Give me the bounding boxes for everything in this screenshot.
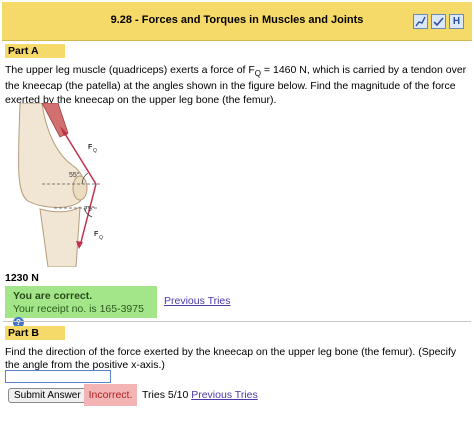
- tries-line: Tries 5/10 Previous Tries: [142, 389, 258, 401]
- part-a-previous-tries-link[interactable]: Previous Tries: [164, 295, 231, 307]
- title-bar: 9.28 - Forces and Torques in Muscles and…: [2, 2, 472, 41]
- correct-title: You are correct.: [13, 290, 93, 302]
- divider: [3, 321, 471, 322]
- part-a-header: Part A: [5, 44, 65, 58]
- part-a-answer: 1230 N: [5, 272, 39, 284]
- correct-feedback: You are correct. Your receipt no. is 165…: [5, 286, 157, 328]
- graph-icon[interactable]: [413, 14, 428, 29]
- incorrect-badge: Incorrect.: [84, 384, 137, 406]
- check-icon[interactable]: [431, 14, 446, 29]
- force-label-upper-sub: Q: [93, 148, 97, 154]
- question-text-start: The upper leg muscle (quadriceps) exerts…: [5, 64, 255, 76]
- part-b-question: Find the direction of the force exerted …: [5, 346, 457, 372]
- part-b-previous-tries-link[interactable]: Previous Tries: [191, 389, 258, 401]
- receipt-text: Your receipt no. is 165-3975: [13, 303, 144, 315]
- part-a-question: The upper leg muscle (quadriceps) exerts…: [5, 64, 467, 107]
- patella: [72, 175, 88, 201]
- submit-answer-button[interactable]: Submit Answer: [8, 388, 87, 403]
- tibia-bone: [39, 206, 81, 268]
- lower-angle-label: 75°: [84, 205, 95, 213]
- upper-angle-label: 55°: [69, 171, 80, 179]
- tries-count: Tries 5/10: [142, 389, 189, 401]
- page-title: 9.28 - Forces and Torques in Muscles and…: [110, 14, 364, 26]
- part-b-answer-input[interactable]: [5, 370, 111, 383]
- help-h-icon[interactable]: H: [449, 14, 464, 29]
- knee-figure: 55° 75° F Q F Q: [2, 102, 130, 268]
- part-b-header: Part B: [5, 326, 65, 340]
- force-label-lower-sub: Q: [99, 235, 103, 241]
- toolbar-icons: H: [413, 14, 464, 29]
